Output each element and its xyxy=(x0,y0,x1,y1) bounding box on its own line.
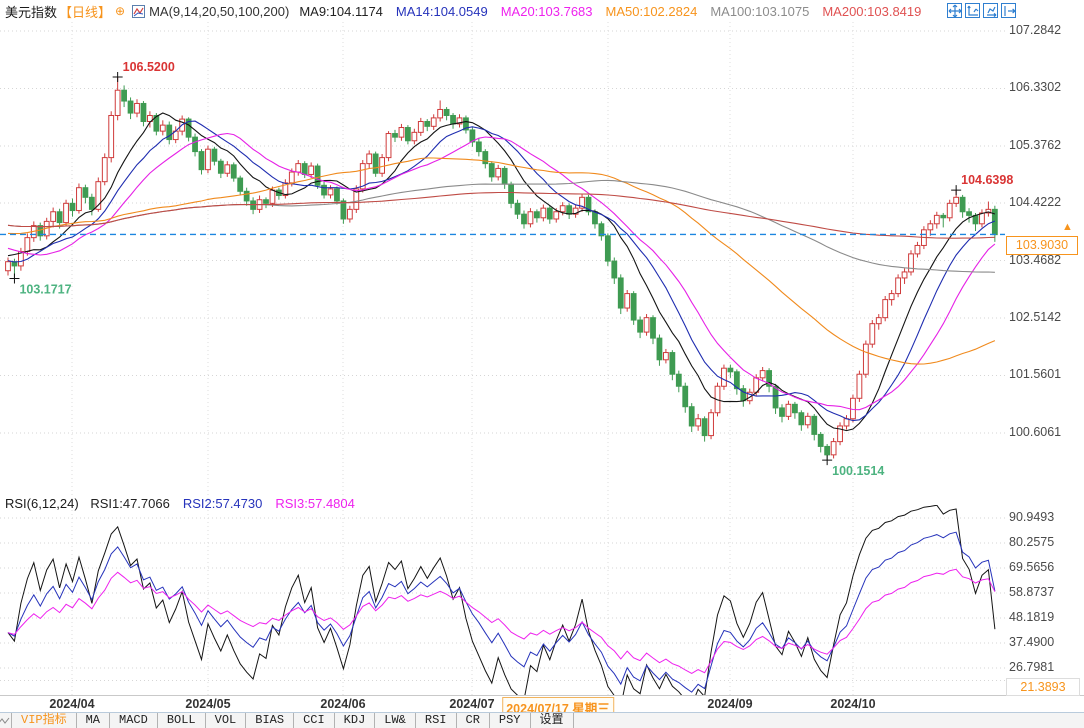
indicator-tab-VOL[interactable]: VOL xyxy=(206,713,247,728)
indicator-tab-BOLL[interactable]: BOLL xyxy=(158,713,206,728)
rsi-value-label: RSI1:47.7066 xyxy=(90,496,170,511)
indicator-tab-PSY[interactable]: PSY xyxy=(490,713,531,728)
indicator-tab-设置[interactable]: 设置 xyxy=(531,713,574,728)
rsi-axis-label: 48.1819 xyxy=(1009,610,1054,624)
indicator-tab-MACD[interactable]: MACD xyxy=(110,713,158,728)
rsi-axis-label: 58.8737 xyxy=(1009,585,1054,599)
rsi-value-label: RSI2:57.4730 xyxy=(183,496,263,511)
chart-type-icon[interactable] xyxy=(132,5,145,18)
price-axis-label: 105.3762 xyxy=(1009,138,1061,152)
time-axis: 2024/042024/052024/062024/072024/07/17 星… xyxy=(0,695,1084,712)
price-axis-label: 106.3302 xyxy=(1009,80,1061,94)
price-annotation: 100.1514 xyxy=(832,464,884,478)
ma-legend: MA9:104.1174 MA14:104.0549 MA20:103.7683 MA… xyxy=(299,4,934,19)
indicator-tab-BIAS[interactable]: BIAS xyxy=(246,713,294,728)
month-label: 2024/09 xyxy=(707,697,752,711)
indicator-toolbar: VIP指标MAMACDBOLLVOLBIASCCIKDJLW&RSICRPSY设… xyxy=(0,712,1084,728)
price-annotation: 103.1717 xyxy=(19,282,71,296)
rsi-group-label: RSI(6,12,24) xyxy=(5,496,79,511)
rsi-value-label: RSI3:57.4804 xyxy=(275,496,355,511)
fit-horizontal-axis-icon[interactable] xyxy=(983,3,998,18)
month-label: 2024/06 xyxy=(320,697,365,711)
price-axis-label: 101.5601 xyxy=(1009,367,1061,381)
indicator-tab-KDJ[interactable]: KDJ xyxy=(335,713,376,728)
clipped-edge-icon xyxy=(0,713,12,728)
rsi-axis-label: 26.7981 xyxy=(1009,660,1054,674)
ma-value-label: MA50:102.2824 xyxy=(606,4,698,19)
ma-group-label: MA(9,14,20,50,100,200) xyxy=(149,4,289,19)
price-axis-label: 104.4222 xyxy=(1009,195,1061,209)
ma-value-label: MA200:103.8419 xyxy=(822,4,921,19)
ma-value-label: MA14:104.0549 xyxy=(396,4,488,19)
month-label: 2024/05 xyxy=(185,697,230,711)
rsi-axis-label: 69.5656 xyxy=(1009,560,1054,574)
instrument-title: 美元指数 xyxy=(5,2,57,21)
ma-value-label: MA100:103.1075 xyxy=(710,4,809,19)
add-indicator-icon[interactable]: ⊕ xyxy=(115,4,125,18)
rsi-header: RSI(6,12,24) RSI1:47.7066RSI2:57.4730RSI… xyxy=(5,496,368,511)
ma-value-label: MA9:104.1174 xyxy=(299,4,383,19)
indicator-tab-MA[interactable]: MA xyxy=(77,713,110,728)
rsi-axis-label: 90.9493 xyxy=(1009,510,1054,524)
price-annotation: 104.6398 xyxy=(961,173,1013,187)
price-annotation: 106.5200 xyxy=(123,60,175,74)
month-label: 2024/07 xyxy=(449,697,494,711)
last-price-badge: 103.9030 xyxy=(1006,236,1078,255)
month-label: 2024/10 xyxy=(830,697,875,711)
crosshair-move-icon[interactable] xyxy=(947,3,962,18)
price-chart-canvas[interactable]: 106.5200 103.1717 104.6398 100.1514 xyxy=(0,0,1084,727)
chart-toolbar-icons xyxy=(947,3,1016,18)
rsi-axis-label: 37.4900 xyxy=(1009,635,1054,649)
price-axis-label: 107.2842 xyxy=(1009,23,1061,37)
rsi-min-badge: 21.3893 xyxy=(1006,678,1080,696)
indicator-tab-CCI[interactable]: CCI xyxy=(294,713,335,728)
indicator-tab-VIP指标[interactable]: VIP指标 xyxy=(12,713,77,728)
fit-vertical-axis-icon[interactable] xyxy=(965,3,980,18)
price-axis-label: 102.5142 xyxy=(1009,310,1061,324)
indicator-tab-RSI[interactable]: RSI xyxy=(416,713,457,728)
indicator-tab-LW&[interactable]: LW& xyxy=(375,713,416,728)
period-label[interactable]: 【日线】 xyxy=(59,2,111,21)
price-marker-arrow-icon: ▲ xyxy=(1062,221,1073,233)
ma-value-label: MA20:103.7683 xyxy=(501,4,593,19)
chart-header-bar: 美元指数 【日线】 ⊕ MA(9,14,20,50,100,200) MA9:1… xyxy=(0,0,1084,22)
indicator-tab-CR[interactable]: CR xyxy=(457,713,490,728)
pan-to-latest-icon[interactable] xyxy=(1001,3,1016,18)
rsi-axis-label: 80.2575 xyxy=(1009,535,1054,549)
month-label: 2024/04 xyxy=(49,697,94,711)
price-axis-label: 100.6061 xyxy=(1009,425,1061,439)
rsi-legend: RSI1:47.7066 RSI2:57.4730 RSI3:57.4804 xyxy=(90,496,368,511)
